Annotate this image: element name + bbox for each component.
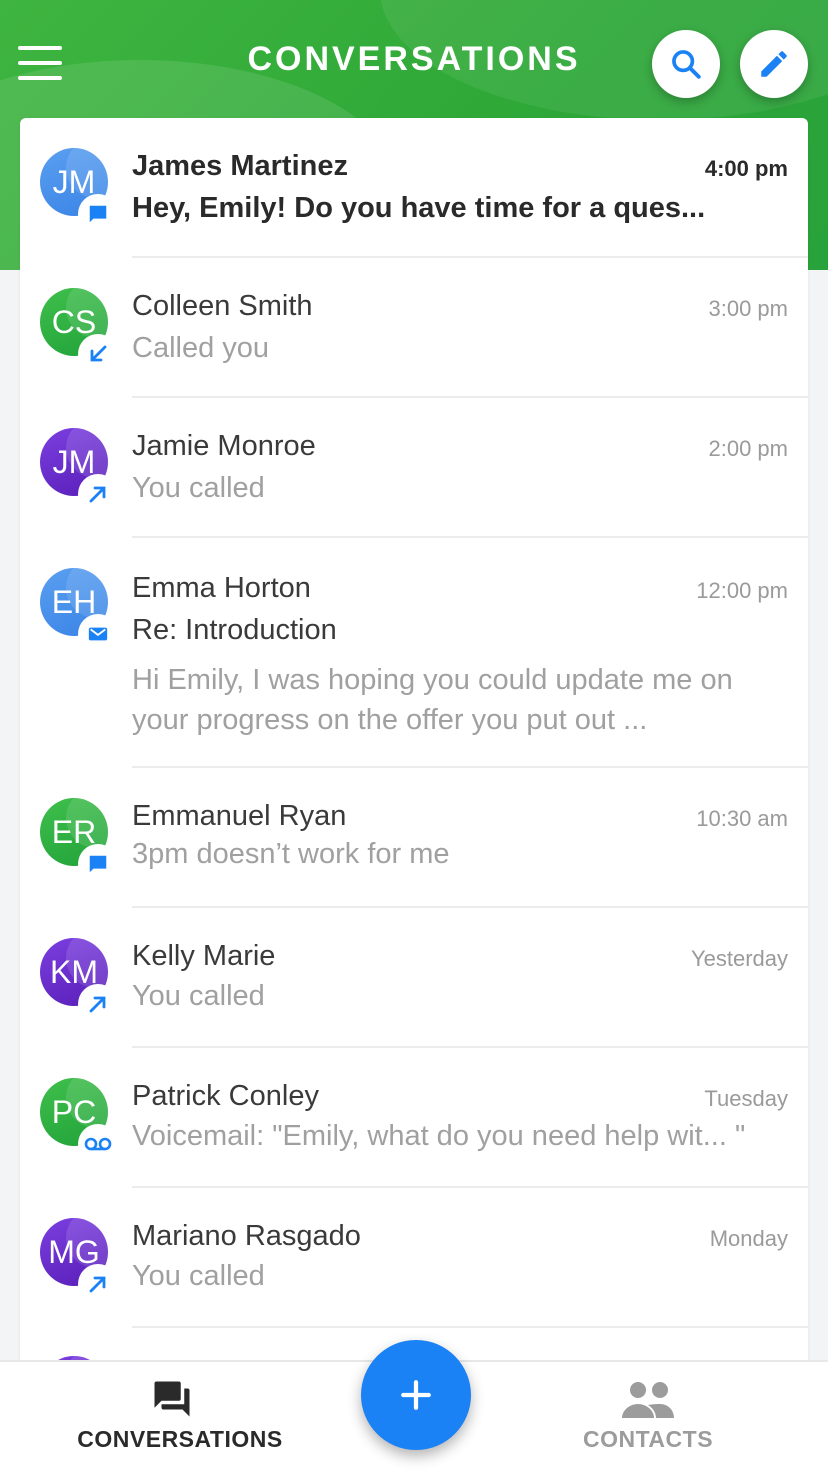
message-icon	[78, 844, 118, 884]
contact-name: Emma Horton	[132, 572, 311, 604]
contact-name: Colleen Smith	[132, 290, 313, 322]
message-preview: 3pm doesn’t work for me	[132, 838, 450, 870]
message-preview: Called you	[132, 332, 270, 364]
outgoing-call-icon	[78, 984, 118, 1024]
message-preview: You called	[132, 980, 265, 1012]
message-preview: Hi Emily, I was hoping you could update …	[132, 664, 733, 696]
conversation-row[interactable]: CS Colleen Smith 3:00 pm Called you	[20, 258, 808, 398]
message-preview: You called	[132, 1260, 265, 1292]
search-icon	[672, 50, 701, 79]
divider	[132, 1326, 808, 1328]
pencil-icon	[761, 51, 787, 77]
conversation-row[interactable]: KM Kelly Marie Yesterday You called	[20, 908, 808, 1048]
conversation-row[interactable]: MG Mariano Rasgado Monday You called	[20, 1188, 808, 1328]
contact-name: James Martinez	[132, 150, 348, 182]
contact-name: Patrick Conley	[132, 1080, 319, 1112]
contact-name: Emmanuel Ryan	[132, 800, 347, 832]
contacts-icon	[622, 1382, 674, 1418]
timestamp: Monday	[709, 1226, 788, 1251]
message-preview: your progress on the offer you put out .…	[132, 704, 648, 736]
outgoing-call-icon	[78, 1264, 118, 1304]
timestamp: 12:00 pm	[696, 578, 788, 603]
conversation-list: JM James Martinez 4:00 pm Hey, Emily! Do…	[20, 118, 808, 1368]
message-preview: Voicemail: "Emily, what do you need help…	[132, 1120, 746, 1152]
contact-name: Jamie Monroe	[132, 430, 316, 462]
message-icon	[78, 194, 118, 234]
conversation-row[interactable]: EH Emma Horton 12:00 pm Re: Introduction…	[20, 538, 808, 768]
new-conversation-button[interactable]	[361, 1340, 471, 1450]
message-preview: Hey, Emily! Do you have time for a ques.…	[132, 192, 706, 224]
contact-name: Kelly Marie	[132, 940, 276, 972]
timestamp: 2:00 pm	[708, 436, 789, 461]
timestamp: Tuesday	[704, 1086, 788, 1111]
outgoing-call-icon	[78, 474, 118, 514]
compose-button[interactable]	[740, 30, 808, 98]
voicemail-icon	[78, 1124, 118, 1164]
timestamp: 10:30 am	[696, 806, 788, 831]
message-preview: You called	[132, 472, 265, 504]
timestamp: Yesterday	[690, 946, 788, 971]
tab-contacts[interactable]: CONTACTS	[498, 1362, 798, 1474]
tab-label: CONTACTS	[582, 1426, 714, 1452]
conversation-row[interactable]: JM James Martinez 4:00 pm Hey, Emily! Do…	[20, 118, 808, 258]
conversation-row[interactable]: ER Emmanuel Ryan 10:30 am 3pm doesn’t wo…	[20, 768, 808, 908]
incoming-call-icon	[78, 334, 118, 374]
tab-conversations[interactable]: CONVERSATIONS	[30, 1362, 330, 1474]
conversation-row[interactable]: PC Patrick Conley Tuesday Voicemail: "Em…	[20, 1048, 808, 1188]
timestamp: 4:00 pm	[704, 156, 788, 181]
conversations-icon	[154, 1381, 190, 1417]
plus-icon	[401, 1380, 431, 1410]
timestamp: 3:00 pm	[708, 296, 789, 321]
email-icon	[78, 614, 118, 654]
search-button[interactable]	[652, 30, 720, 98]
tab-label: CONVERSATIONS	[77, 1426, 283, 1452]
contact-name: Mariano Rasgado	[132, 1220, 361, 1252]
email-subject: Re: Introduction	[132, 614, 337, 646]
conversation-row[interactable]: JM Jamie Monroe 2:00 pm You called	[20, 398, 808, 538]
